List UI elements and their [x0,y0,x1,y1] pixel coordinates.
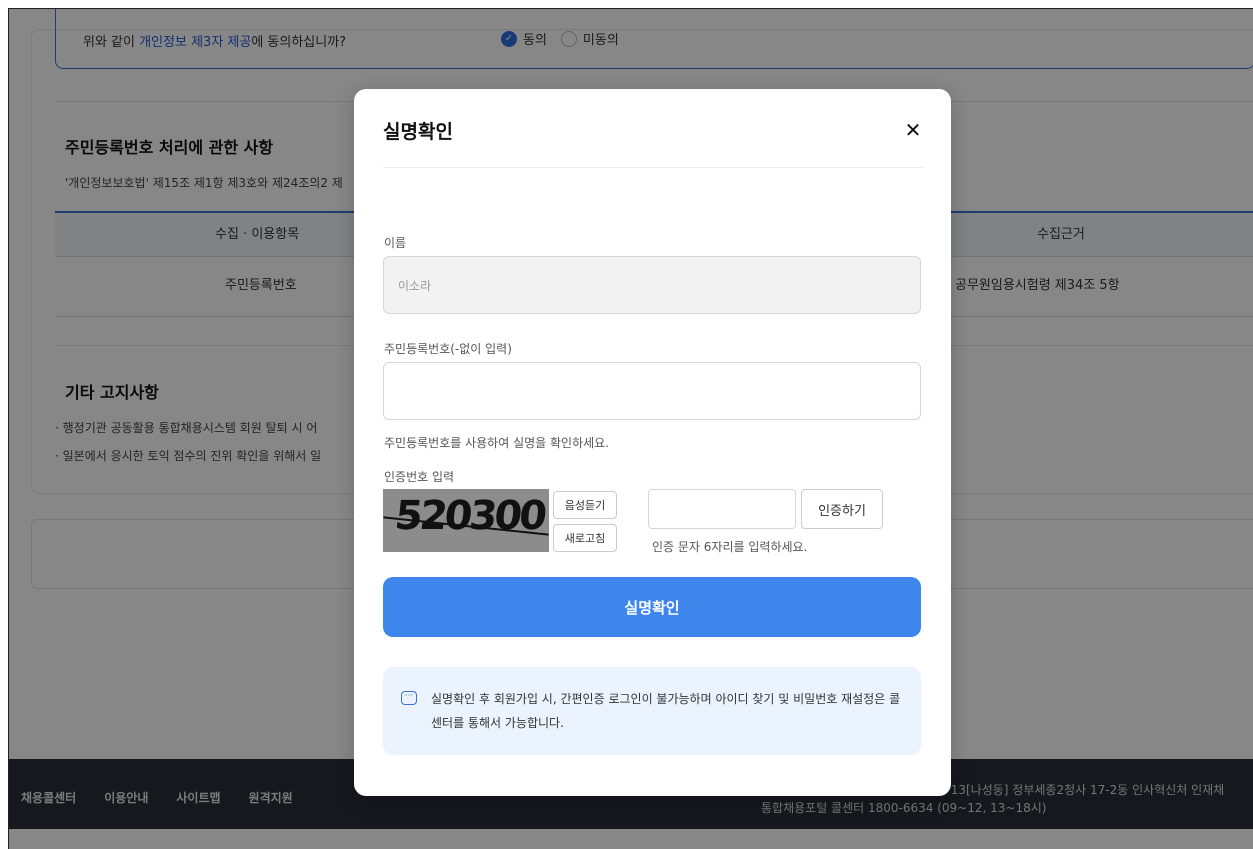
divider [383,167,923,168]
chat-icon: ··· [401,691,417,705]
audio-captcha-button[interactable]: 음성듣기 [553,491,617,519]
info-text: 실명확인 후 회원가입 시, 간편인증 로그인이 불가능하며 아이디 찾기 및 … [431,692,901,730]
rrn-label: 주민등록번호(-없이 입력) [384,342,512,356]
verify-button[interactable]: 인증하기 [801,489,883,529]
submit-verification-button[interactable]: 실명확인 [383,577,921,637]
code-hint: 인증 문자 6자리를 입력하세요. [652,540,808,554]
info-notice-box: ··· 실명확인 후 회원가입 시, 간편인증 로그인이 불가능하며 아이디 찾… [383,667,921,755]
real-name-verification-modal: 실명확인 ✕ 이름 주민등록번호(-없이 입력) 주민등록번호를 사용하여 실명… [354,89,951,796]
name-label: 이름 [384,236,407,250]
captcha-image: 520300 [383,489,549,552]
captcha-code-input[interactable] [648,489,796,529]
captcha-label: 인증번호 입력 [384,470,455,484]
modal-title: 실명확인 [383,121,453,143]
name-field [383,256,921,314]
refresh-captcha-button[interactable]: 새로고침 [553,524,617,552]
browser-viewport: 위와 같이 개인정보 제3자 제공에 동의하십니까? ✓ 동의 미동의 주민등록… [8,8,1253,849]
close-icon[interactable]: ✕ [902,119,924,141]
rrn-input[interactable] [383,362,921,420]
rrn-hint: 주민등록번호를 사용하여 실명을 확인하세요. [384,436,610,450]
